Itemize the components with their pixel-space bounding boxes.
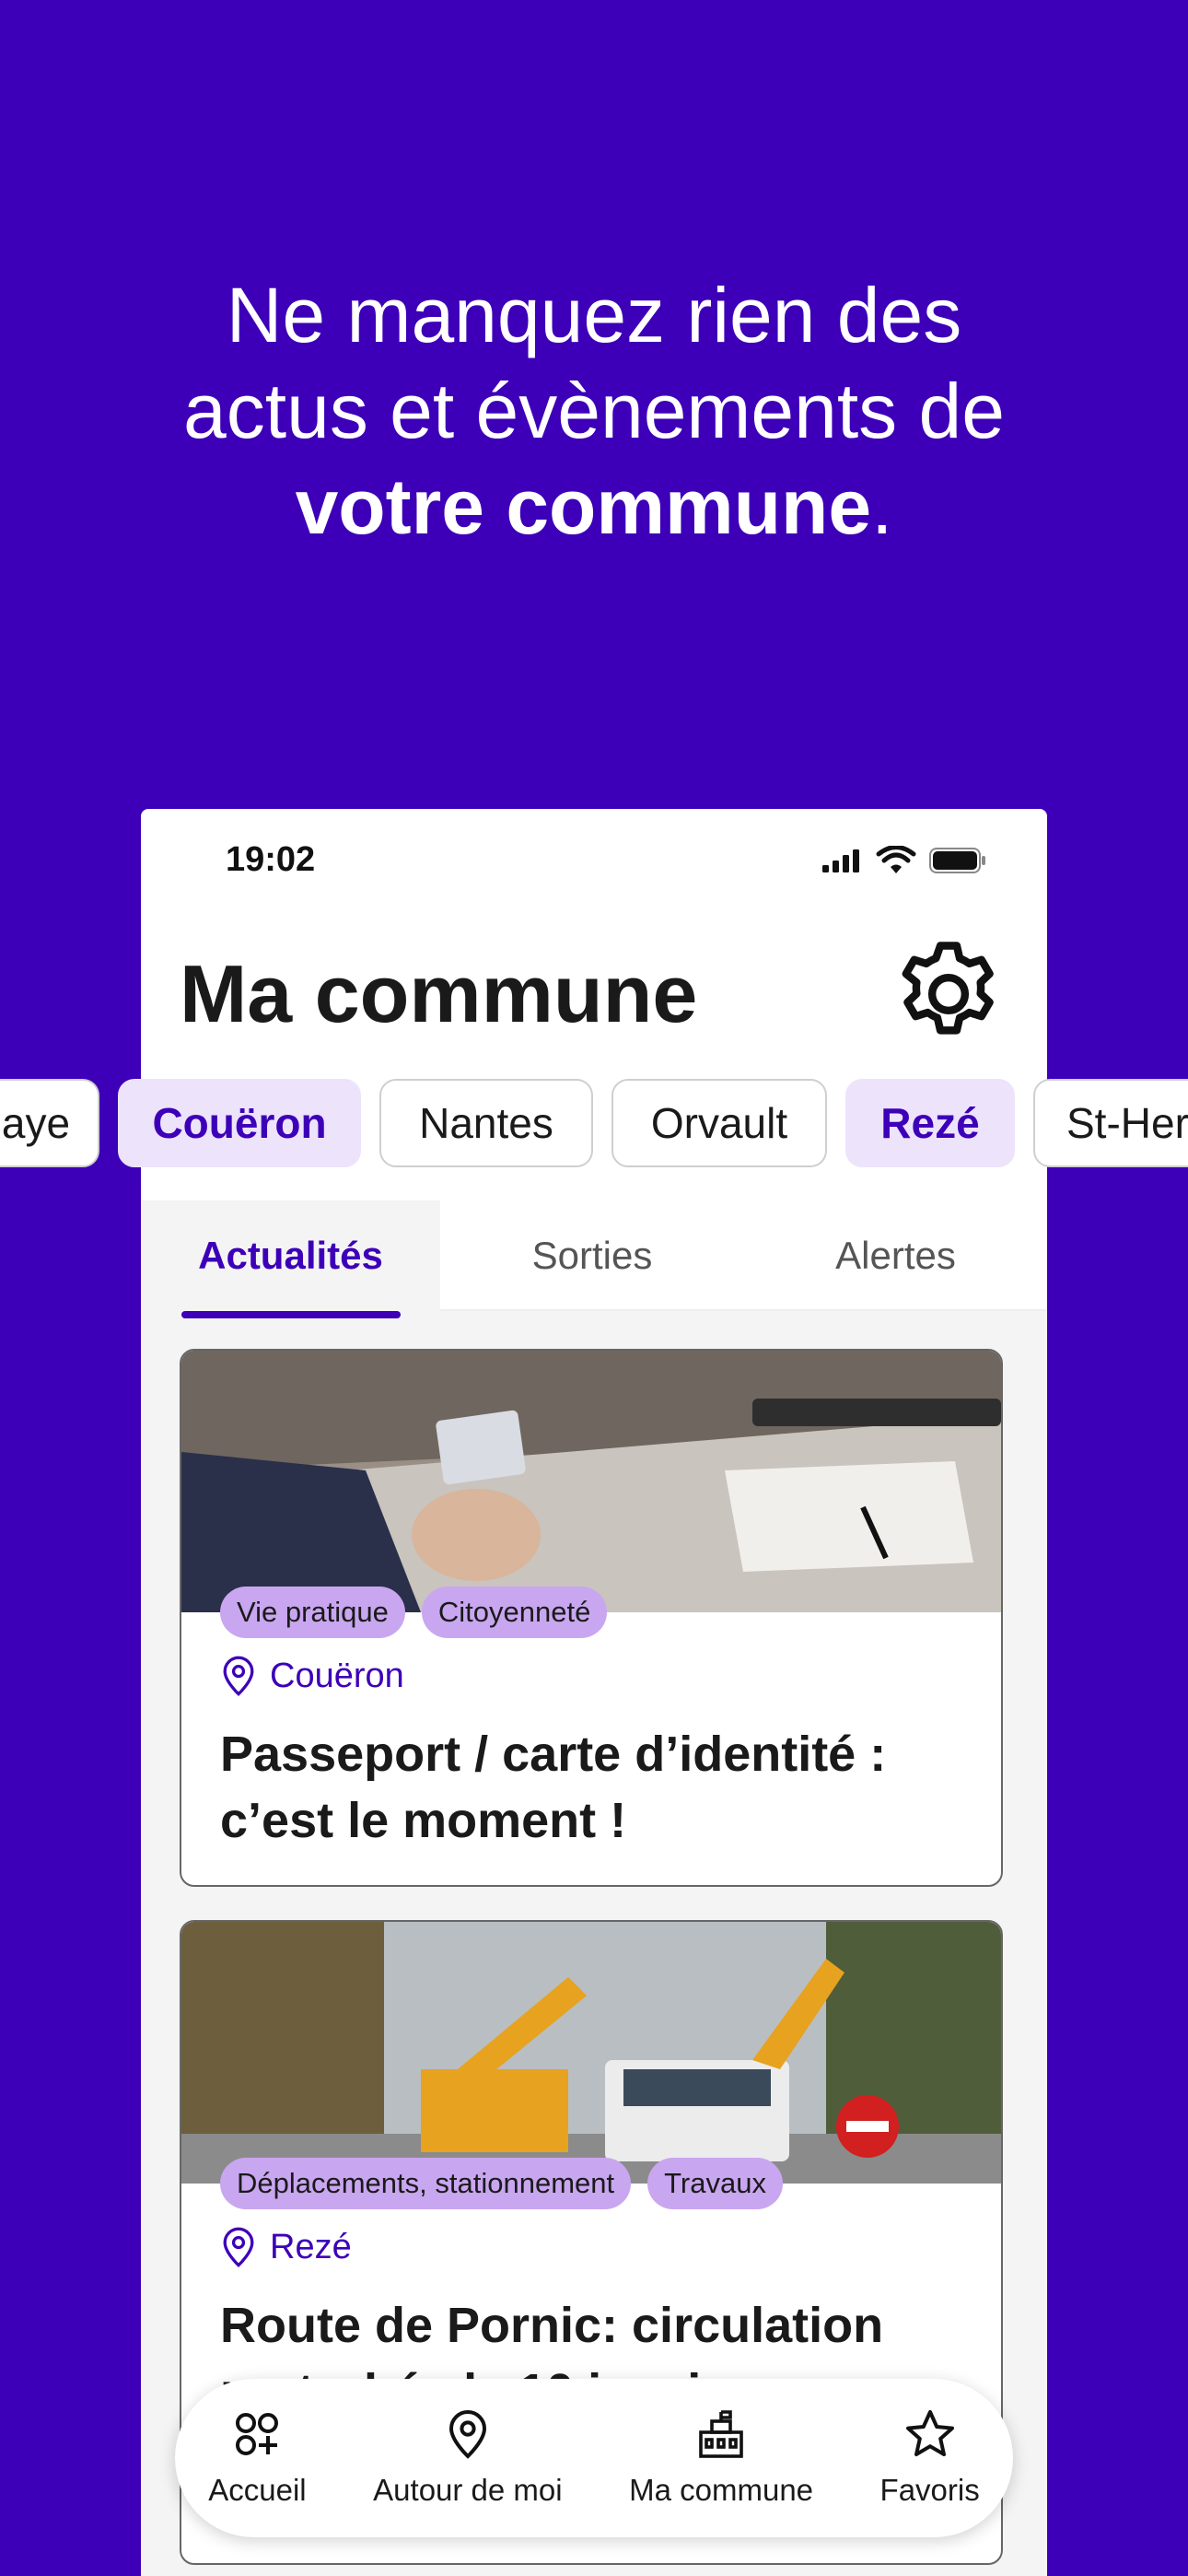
wifi-icon: [876, 846, 916, 873]
page-title: Ma commune: [180, 948, 698, 1039]
article-tags: Vie pratique Citoyenneté: [220, 1587, 608, 1638]
promo-headline: Ne manquez rien des actus et évènements …: [0, 267, 1188, 555]
bottom-navigation: Accueil Autour de moi Ma commune Favoris: [175, 2379, 1013, 2537]
article-location: Couëron: [220, 1655, 404, 1697]
star-icon: [905, 2410, 954, 2456]
headline-line-1: Ne manquez rien des: [226, 272, 962, 358]
article-tags: Déplacements, stationnement Travaux: [220, 2158, 783, 2209]
nav-label: Favoris: [879, 2473, 980, 2507]
tag-badge: Citoyenneté: [421, 1587, 608, 1638]
settings-gear-icon[interactable]: [891, 936, 1007, 1052]
commune-chip-selected[interactable]: Rezé: [845, 1079, 1015, 1167]
location-pin-icon: [223, 1656, 254, 1696]
commune-chip[interactable]: aye: [0, 1079, 99, 1167]
headline-end: .: [871, 463, 893, 550]
commune-chip[interactable]: Orvault: [611, 1079, 827, 1167]
tag-badge: Travaux: [647, 2158, 783, 2209]
headline-line-3: votre commune.: [0, 459, 1188, 555]
cellular-signal-icon: [822, 849, 859, 872]
headline-strong: votre commune: [295, 463, 872, 550]
city-hall-icon: [699, 2410, 743, 2458]
article-location-label: Rezé: [270, 2227, 352, 2266]
nav-autour-de-moi[interactable]: Autour de moi: [373, 2408, 563, 2508]
tab-bar: Actualités Sorties Alertes: [141, 1200, 1047, 1311]
active-tab-indicator: [181, 1311, 401, 1318]
commune-chip-selected[interactable]: Couëron: [118, 1079, 361, 1167]
nav-label: Autour de moi: [373, 2473, 563, 2507]
tag-badge: Vie pratique: [220, 1587, 405, 1638]
location-pin-icon: [223, 2227, 254, 2267]
article-location-label: Couëron: [270, 1656, 404, 1695]
tab-alertes[interactable]: Alertes: [744, 1200, 1047, 1311]
article-image-id-documents: [181, 1351, 1001, 1612]
commune-chip[interactable]: St-Her: [1033, 1079, 1188, 1167]
phone-screen: 19:02 Ma commune Actualités Sorties Aler…: [141, 809, 1047, 2576]
article-image-roadworks: [181, 1922, 1001, 2184]
nav-accueil[interactable]: Accueil: [208, 2408, 307, 2508]
tab-actualites[interactable]: Actualités: [141, 1200, 440, 1311]
location-pin-icon: [448, 2410, 486, 2459]
status-time: 19:02: [226, 840, 316, 879]
tag-badge: Déplacements, stationnement: [220, 2158, 632, 2209]
article-location: Rezé: [220, 2226, 352, 2268]
nav-label: Accueil: [208, 2473, 307, 2507]
article-card[interactable]: Vie pratique Citoyenneté Couëron Passepo…: [180, 1349, 1003, 1887]
home-grid-icon: [236, 2413, 279, 2455]
tab-sorties[interactable]: Sorties: [440, 1200, 744, 1311]
status-bar: 19:02: [141, 809, 1047, 910]
headline-line-2: actus et évènements de: [183, 368, 1005, 454]
nav-label: Ma commune: [629, 2473, 814, 2507]
commune-chip-row: aye Couëron Nantes Orvault Rezé St-Her: [0, 1079, 1188, 1167]
battery-icon: [929, 848, 985, 873]
commune-chip[interactable]: Nantes: [379, 1079, 593, 1167]
status-icons: [822, 846, 988, 875]
nav-favoris[interactable]: Favoris: [880, 2408, 980, 2508]
article-title: Passeport / carte d’identité : c’est le …: [220, 1727, 887, 1848]
nav-ma-commune[interactable]: Ma commune: [629, 2408, 813, 2508]
